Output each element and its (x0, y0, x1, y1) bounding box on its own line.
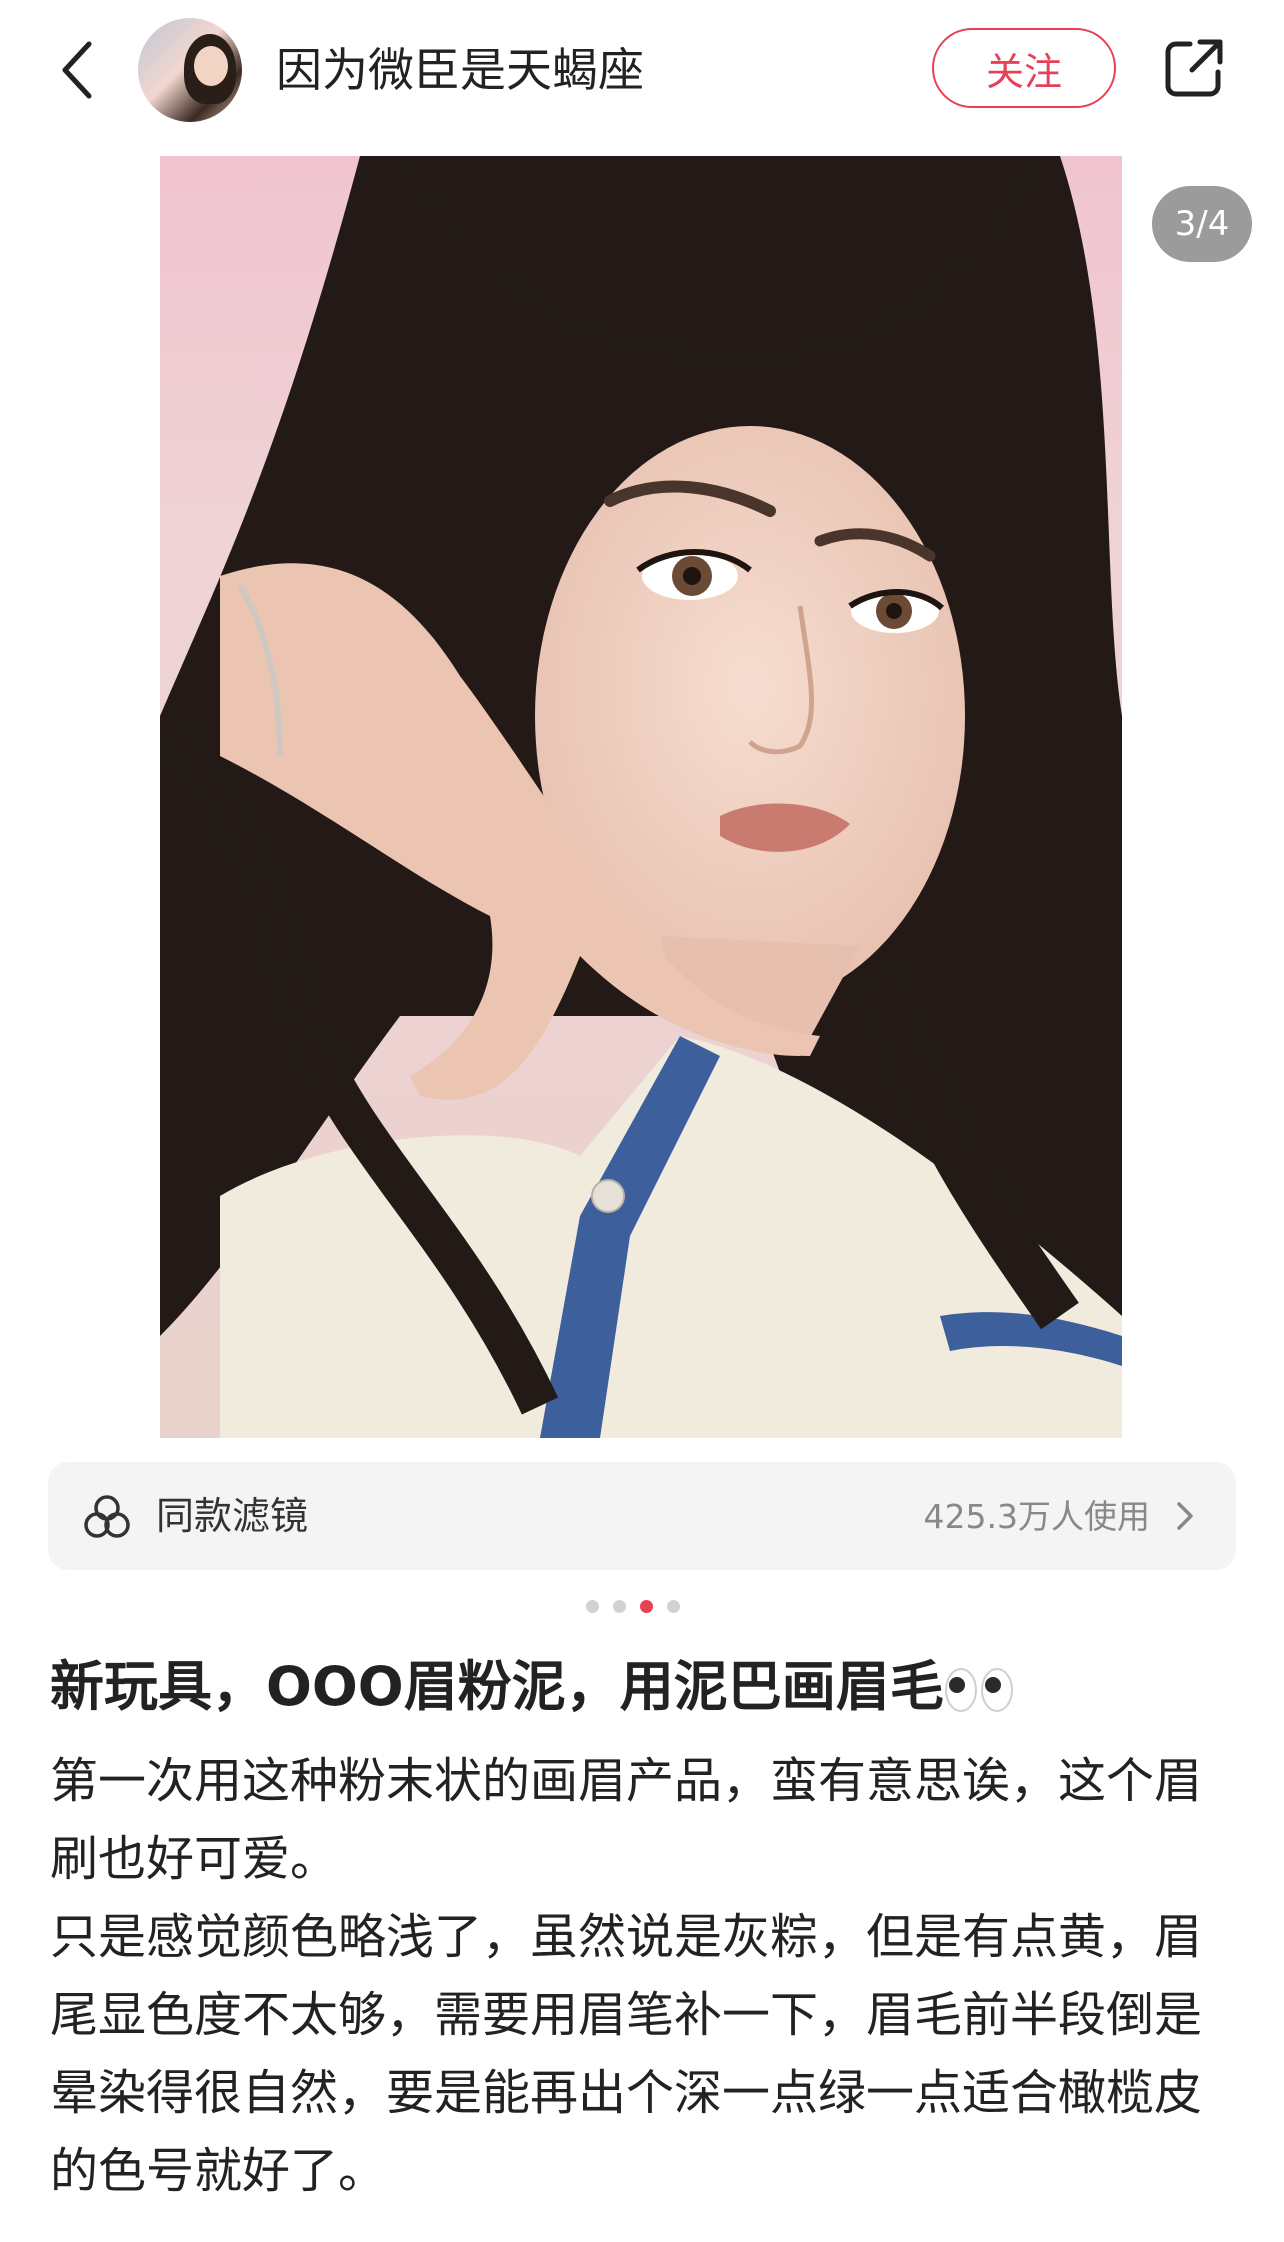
page-dot (667, 1600, 680, 1613)
top-bar: 因为微臣是天蝎座 关注 (0, 0, 1284, 140)
follow-button[interactable]: 关注 (932, 28, 1116, 108)
username[interactable]: 因为微臣是天蝎座 (276, 38, 644, 102)
share-icon (1165, 39, 1223, 97)
filter-circles-icon (84, 1495, 130, 1538)
photo-page-indicator (586, 1600, 680, 1613)
chevron-left-icon (62, 41, 92, 99)
post-paragraph: 只是感觉颜色略浅了，虽然说是灰粽，但是有点黄，眉尾显色度不太够，需要用眉笔补一下… (50, 1909, 1203, 2199)
selfie-photo (160, 156, 1122, 1438)
filter-label: 同款滤镜 (156, 1494, 309, 1538)
back-button[interactable] (42, 30, 112, 110)
post-title: 新玩具，OOO眉粉泥，用泥巴画眉毛 (50, 1648, 1014, 1726)
eyes-emoji (944, 1668, 1013, 1713)
post-body: 第一次用这种粉末状的画眉产品，蛮有意思诶，这个眉刷也好可爱。 只是感觉颜色略浅了… (50, 1742, 1240, 2210)
share-button[interactable] (1162, 36, 1226, 100)
filter-usage-count: 425.3万人使用 (923, 1497, 1150, 1536)
chevron-right-icon (1177, 1502, 1193, 1530)
post-paragraph: 第一次用这种粉末状的画眉产品，蛮有意思诶，这个眉刷也好可爱。 (50, 1753, 1203, 1887)
page-dot-active (640, 1600, 653, 1613)
post-photo[interactable] (160, 156, 1122, 1438)
post-title-text: 新玩具，OOO眉粉泥，用泥巴画眉毛 (50, 1655, 944, 1718)
page-dot (613, 1600, 626, 1613)
page-dot (586, 1600, 599, 1613)
same-filter-bar[interactable]: 同款滤镜 425.3万人使用 (48, 1462, 1236, 1570)
avatar[interactable] (138, 18, 242, 122)
photo-page-counter: 3/4 (1152, 186, 1252, 262)
